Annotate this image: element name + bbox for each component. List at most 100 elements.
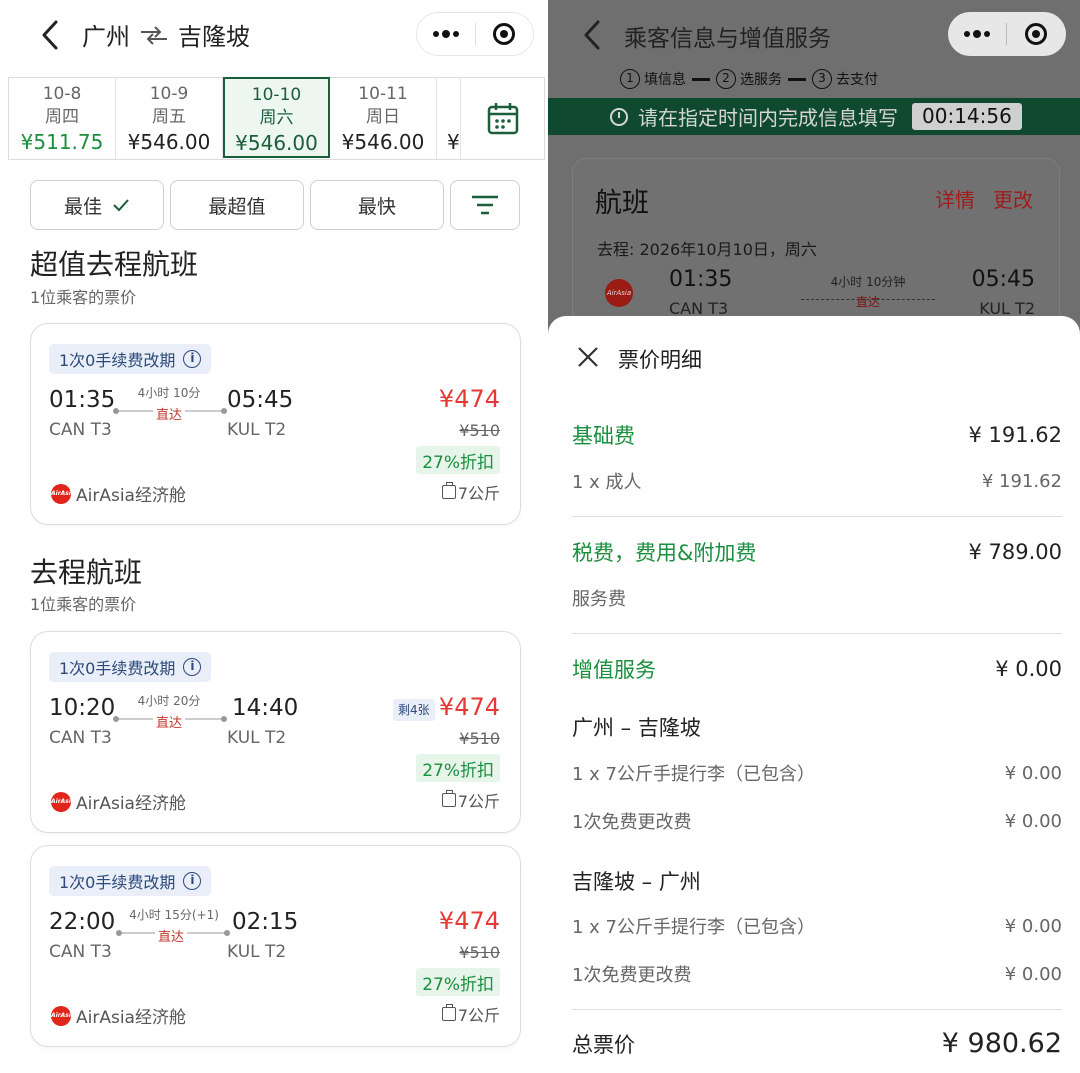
free-change-row: 1次免费更改费 ¥ 0.00 <box>572 963 1062 987</box>
departure-time: 22:00 <box>49 909 116 935</box>
swap-arrows-icon <box>138 23 170 47</box>
close-icon <box>578 347 598 367</box>
departure-time: 01:35 <box>669 267 733 292</box>
timer-icon <box>610 107 628 126</box>
arrival-airport: KUL T2 <box>227 420 287 440</box>
miniprogram-capsule <box>416 12 534 56</box>
back-button[interactable] <box>578 18 608 52</box>
date-option[interactable]: 10-9 周五 ¥546.00 <box>116 78 223 159</box>
date-option[interactable]: 10-8 周四 ¥511.75 <box>9 78 116 159</box>
more-options-icon[interactable] <box>417 13 475 55</box>
airasia-logo-icon: AirAsia <box>605 279 633 307</box>
baggage-info: 7公斤 <box>441 480 500 504</box>
destination-city: 吉隆坡 <box>178 23 250 51</box>
chevron-left-icon <box>42 20 58 50</box>
flight-card[interactable]: 1次0手续费改期 i 22:00 CAN T3 4小时 15分(+1) 直达 02… <box>30 845 521 1047</box>
section-title: 去程航班 <box>30 556 143 589</box>
luggage-icon <box>441 482 456 499</box>
chevron-left-icon <box>584 20 600 50</box>
direct-label: 直达 <box>116 926 226 945</box>
taxes-row: 税费，费用&附加费 ¥ 789.00 <box>572 540 1062 565</box>
close-button[interactable] <box>576 345 600 369</box>
departure-airport: CAN T3 <box>49 728 112 748</box>
sort-best-button[interactable]: 最佳 <box>30 180 164 230</box>
flight-card[interactable]: 1次0手续费改期 i 01:35 CAN T3 4小时 10分 直达 05:45 … <box>30 323 521 525</box>
more-options-icon[interactable] <box>948 12 1006 56</box>
countdown-banner: 请在指定时间内完成信息填写 00:14:56 <box>548 98 1080 135</box>
fare-breakdown-sheet: 票价明细 基础费 ¥ 191.62 1 x 成人 ¥ 191.62 税费，费用&附加… <box>548 316 1080 1073</box>
calendar-button[interactable] <box>461 78 544 159</box>
flight-price: ¥474 <box>438 907 500 935</box>
free-reschedule-badge: 1次0手续费改期 i <box>49 344 212 374</box>
info-icon[interactable]: i <box>183 872 202 890</box>
target-circle-icon <box>1025 23 1047 45</box>
airline-info: AirAsia AirAsia经济舱 <box>51 1003 186 1028</box>
date-option-selected[interactable]: 10-10 周六 ¥546.00 <box>223 77 330 158</box>
discount-badge: 27%折扣 <box>416 446 500 474</box>
route-title[interactable]: 广州 吉隆坡 <box>82 17 250 52</box>
flight-duration: 4小时 10分钟 <box>830 275 906 289</box>
segment-route: 广州 – 吉隆坡 <box>572 716 701 740</box>
info-icon[interactable]: i <box>183 658 202 676</box>
step-item: 3 去支付 <box>812 69 878 89</box>
flight-card[interactable]: 1次0手续费改期 i 10:20 CAN T3 4小时 20分 直达 14:40 … <box>30 631 521 833</box>
close-miniprogram-button[interactable] <box>475 13 533 55</box>
passenger-info-screen: 乘客信息与增值服务 1 填信息 2 选服务 3 去支付 请在指定时间内完成信息填写 0… <box>548 0 1080 1073</box>
base-fare-row: 基础费 ¥ 191.62 <box>572 423 1062 448</box>
baggage-row: 1 x 7公斤手提行李（已包含） ¥ 0.00 <box>572 915 1062 939</box>
free-reschedule-badge: 1次0手续费改期 i <box>49 866 212 896</box>
baggage-info: 7公斤 <box>441 1002 500 1026</box>
direct-label: 直达 <box>855 295 880 309</box>
original-price: ¥510 <box>459 943 500 962</box>
change-link[interactable]: 更改 <box>993 184 1033 213</box>
progress-steps: 1 填信息 2 选服务 3 去支付 <box>620 69 878 89</box>
departure-time: 01:35 <box>49 387 116 413</box>
page-title: 乘客信息与增值服务 <box>624 26 831 52</box>
airasia-logo-icon: AirAsia <box>51 1005 75 1026</box>
origin-city: 广州 <box>82 23 130 51</box>
arrival-airport: KUL T2 <box>227 942 287 962</box>
discount-badge: 27%折扣 <box>416 968 500 996</box>
total-fare-row: 总票价 ¥ 980.62 <box>572 1028 1062 1059</box>
sort-best-value-button[interactable]: 最超值 <box>170 180 304 230</box>
original-price: ¥510 <box>459 421 500 440</box>
baggage-info: 7公斤 <box>441 788 500 812</box>
section-subtitle: 1位乘客的票价 <box>30 595 137 614</box>
baggage-row: 1 x 7公斤手提行李（已包含） ¥ 0.00 <box>572 762 1062 786</box>
segment-route: 吉隆坡 – 广州 <box>572 870 701 894</box>
flight-price: ¥474 <box>438 385 500 413</box>
departure-airport: CAN T3 <box>49 942 112 962</box>
service-fee-row: 服务费 <box>572 589 626 610</box>
filter-button[interactable] <box>450 180 520 230</box>
departure-airport: CAN T3 <box>49 420 112 440</box>
date-option[interactable]: 10-11 周日 ¥546.00 <box>330 78 437 159</box>
flight-card-title: 航班 <box>595 188 649 219</box>
airasia-logo-icon: AirAsia <box>51 791 75 812</box>
date-option-partial[interactable]: ¥ <box>437 78 461 159</box>
arrival-time: 05:45 <box>227 387 294 413</box>
departure-time: 10:20 <box>49 695 116 721</box>
flight-duration: 4小时 10分 <box>137 386 201 400</box>
info-icon[interactable]: i <box>183 350 202 368</box>
close-miniprogram-button[interactable] <box>1007 12 1065 56</box>
flight-duration: 4小时 20分 <box>137 694 201 708</box>
sheet-title: 票价明细 <box>618 348 702 372</box>
arrival-time: 14:40 <box>232 695 299 721</box>
details-link[interactable]: 详情 <box>935 184 975 213</box>
original-price: ¥510 <box>459 729 500 748</box>
value-added-row: 增值服务 ¥ 0.00 <box>572 657 1062 682</box>
sort-fastest-button[interactable]: 最快 <box>310 180 444 230</box>
sort-bar: 最佳 最超值 最快 <box>30 180 520 230</box>
back-button[interactable] <box>36 18 66 52</box>
airline-info: AirAsia AirAsia经济舱 <box>51 481 186 506</box>
luggage-icon <box>441 790 456 807</box>
free-change-row: 1次免费更改费 ¥ 0.00 <box>572 810 1062 834</box>
flight-duration: 4小时 15分(+1) <box>129 908 219 922</box>
section-title: 超值去程航班 <box>30 248 199 281</box>
arrival-airport: KUL T2 <box>227 728 287 748</box>
arrival-time: 05:45 <box>971 267 1035 292</box>
direct-label: 直达 <box>114 712 224 731</box>
airline-info: AirAsia AirAsia经济舱 <box>51 789 186 814</box>
step-item: 2 选服务 <box>716 69 782 89</box>
flight-search-screen: 广州 吉隆坡 10-8 周四 ¥511.75 10-9 周五 ¥546.00 1… <box>0 0 548 1073</box>
